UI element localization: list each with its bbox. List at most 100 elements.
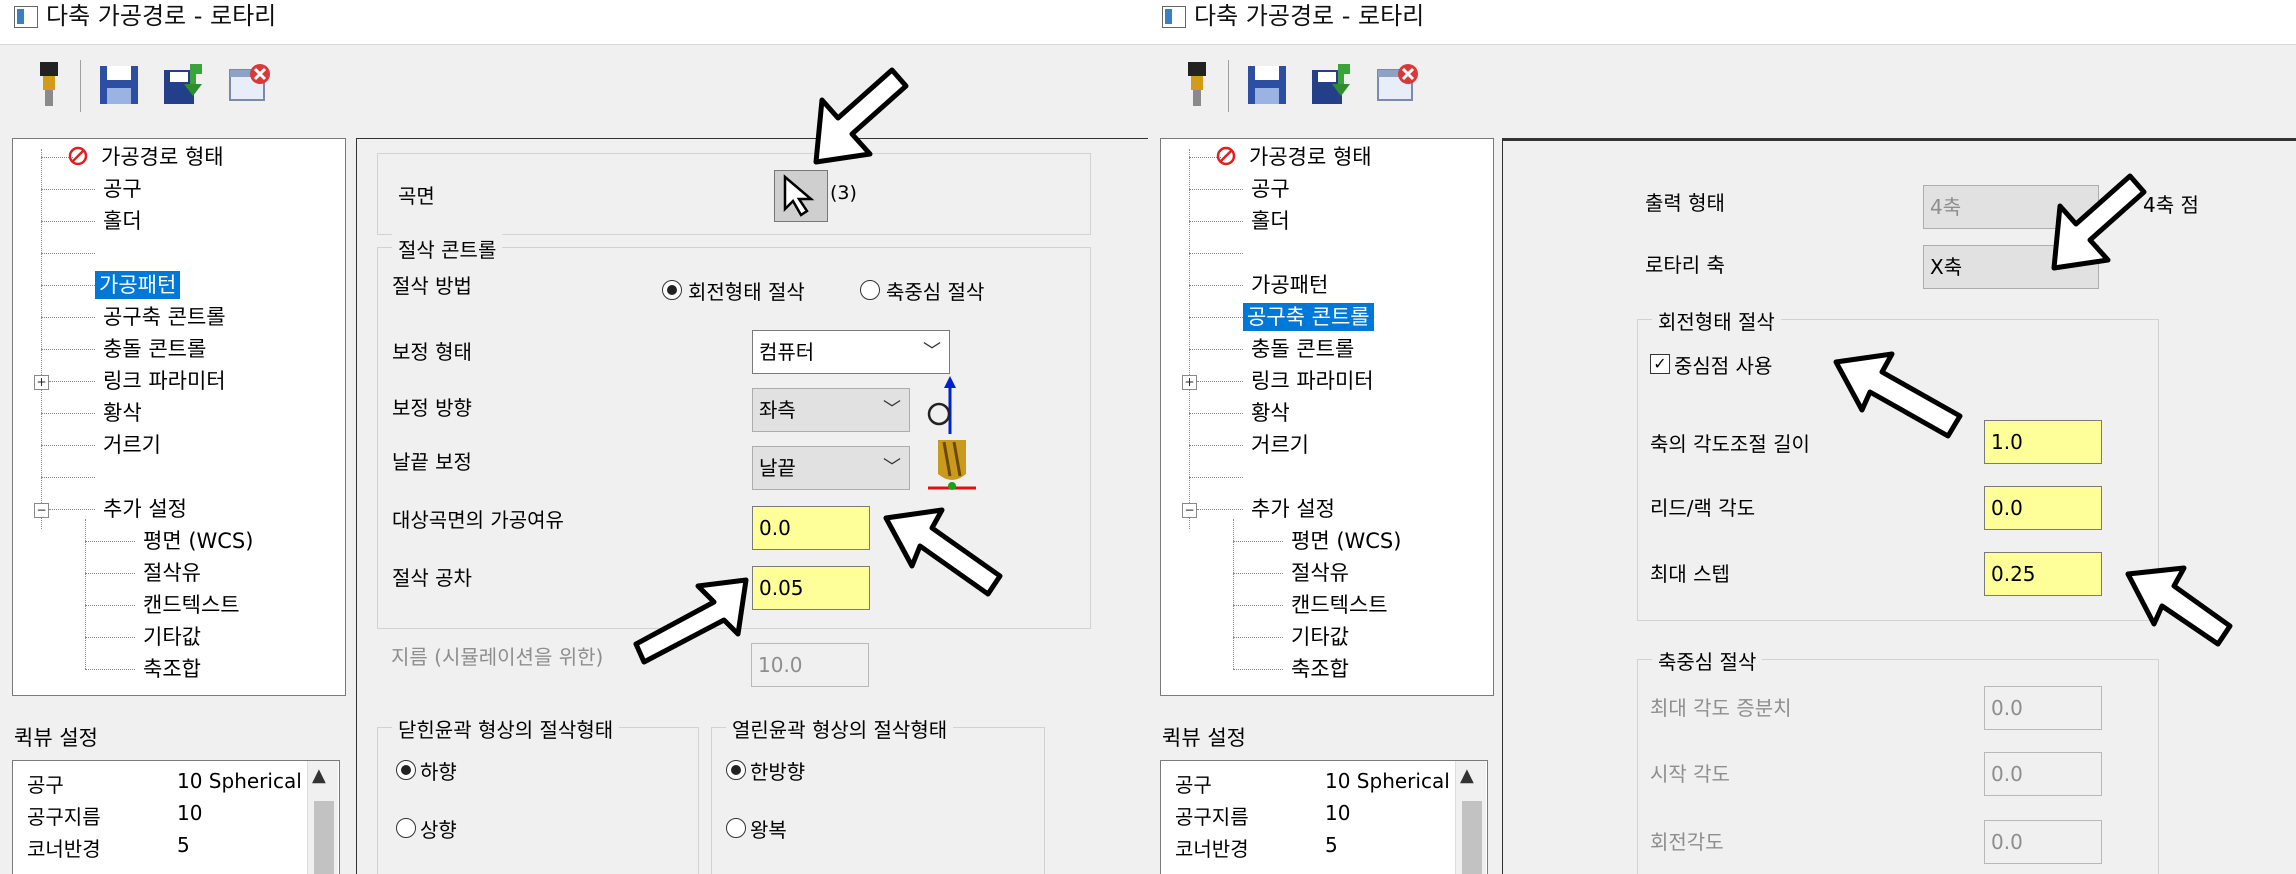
conventional-label[interactable]: 상향	[420, 814, 457, 843]
rotary-cut-label[interactable]: 회전형태 절삭	[688, 276, 805, 305]
scroll-up-icon[interactable]: ▲	[312, 765, 326, 786]
start-angle-input[interactable]: 0.0	[1984, 752, 2102, 796]
tree-item-extra[interactable]: 추가 설정	[99, 495, 191, 523]
quick-scrollbar[interactable]: ▲	[307, 761, 338, 874]
tip-comp-select[interactable]: 날끝 ﹀	[752, 446, 910, 490]
axis-angle-input[interactable]: 1.0	[1984, 420, 2102, 464]
center-point-checkbox[interactable]: ✓	[1650, 354, 1670, 374]
center-point-label[interactable]: 중심점 사용	[1674, 350, 1772, 379]
tree-item-axis-control[interactable]: 공구축 콘트롤	[99, 303, 230, 331]
tree-item-tool[interactable]: 공구	[1247, 175, 1294, 203]
climb-label[interactable]: 하향	[420, 756, 457, 785]
tree-item-filter[interactable]: 거르기	[1247, 431, 1313, 459]
tree-item-pattern[interactable]: 가공패턴	[95, 271, 181, 299]
window-title: 다축 가공경로 - 로타리	[46, 2, 277, 30]
tree-item-axis-combo[interactable]: 축조합	[1287, 655, 1353, 683]
tree-item-misc[interactable]: 기타값	[1287, 623, 1353, 651]
quick-view-title: 퀵뷰 설정	[1162, 726, 1246, 750]
arrow-annotation-icon	[1833, 351, 1963, 439]
axial-cut-radio[interactable]	[860, 280, 880, 300]
save-icon[interactable]	[1244, 60, 1290, 110]
tree-item-misc[interactable]: 기타값	[139, 623, 205, 651]
tree-item-pattern[interactable]: 가공패턴	[1247, 271, 1332, 299]
tree-item-coolant[interactable]: 절삭유	[139, 559, 205, 587]
conventional-radio[interactable]	[396, 818, 416, 838]
expand-icon[interactable]: +	[1182, 375, 1197, 390]
tree-item-path-type[interactable]: 가공경로 형태	[97, 143, 228, 171]
zigzag-radio[interactable]	[726, 818, 746, 838]
rotary-axis-label: 로타리 축	[1645, 253, 1725, 277]
comp-dir-select[interactable]: 좌측 ﹀	[752, 388, 910, 432]
scroll-thumb[interactable]	[1462, 801, 1482, 874]
delete-icon[interactable]	[226, 60, 272, 110]
comp-type-select[interactable]: 컴퓨터 ﹀	[752, 330, 950, 374]
rotation-angle-label: 회전각도	[1650, 830, 1724, 854]
collapse-icon[interactable]: −	[1182, 503, 1197, 518]
tree-item-holder[interactable]: 홀더	[99, 207, 146, 235]
tree-item-collision[interactable]: 충돌 콘트롤	[1247, 335, 1358, 363]
one-way-label[interactable]: 한방향	[750, 756, 805, 785]
surface-count: (3)	[830, 182, 857, 204]
surface-label: 곡면	[398, 184, 435, 208]
tree-item-extra[interactable]: 추가 설정	[1247, 495, 1339, 523]
tree-item-path-type[interactable]: 가공경로 형태	[1245, 143, 1376, 171]
quick-value: 5	[177, 833, 190, 857]
tree-item-canned-text[interactable]: 캔드텍스트	[1287, 591, 1392, 619]
tree-item-link[interactable]: 링크 파라미터	[99, 367, 230, 395]
diameter-input[interactable]: 10.0	[751, 643, 869, 687]
tool-icon[interactable]	[1174, 60, 1220, 110]
max-step-input[interactable]: 0.25	[1984, 552, 2102, 596]
quick-value: 10 Spherical ,	[177, 769, 315, 793]
quick-view: 공구 10 Spherical , 공구지름 10 코너반경 5 ▲	[1160, 760, 1488, 874]
tree-item-axis-control[interactable]: 공구축 콘트롤	[1243, 303, 1374, 331]
quick-label: 공구지름	[27, 805, 101, 829]
tree-item-canned-text[interactable]: 캔드텍스트	[139, 591, 244, 619]
one-way-radio[interactable]	[726, 760, 746, 780]
quick-label: 공구지름	[1175, 805, 1249, 829]
output-label: 출력 형태	[1645, 191, 1725, 215]
tree-item-rough[interactable]: 황삭	[99, 399, 146, 427]
comp-dir-value: 좌측	[759, 398, 796, 422]
comp-dir-label: 보정 방향	[392, 396, 472, 420]
quick-scrollbar[interactable]: ▲	[1455, 761, 1486, 874]
tolerance-label: 절삭 공차	[392, 566, 472, 590]
max-increment-input[interactable]: 0.0	[1984, 686, 2102, 730]
toolbar-separator	[80, 60, 81, 112]
tool-icon[interactable]	[26, 60, 72, 110]
rotary-cut-radio[interactable]	[662, 280, 682, 300]
scroll-up-icon[interactable]: ▲	[1460, 765, 1474, 786]
max-increment-label: 최대 각도 증분치	[1650, 696, 1792, 720]
tree-item-collision[interactable]: 충돌 콘트롤	[99, 335, 210, 363]
tree-item-wcs[interactable]: 평면 (WCS)	[139, 527, 257, 555]
tree-item-tool[interactable]: 공구	[99, 175, 146, 203]
quick-value: 5	[1325, 833, 1338, 857]
tree-item-rough[interactable]: 황삭	[1247, 399, 1294, 427]
stock-input[interactable]: 0.0	[752, 506, 870, 550]
collapse-icon[interactable]: −	[34, 503, 49, 518]
axial-cut-label[interactable]: 축중심 절삭	[886, 276, 984, 305]
climb-radio[interactable]	[396, 760, 416, 780]
tree-item-link[interactable]: 링크 파라미터	[1247, 367, 1378, 395]
title-bar: 다축 가공경로 - 로타리	[0, 0, 1148, 45]
save-icon[interactable]	[96, 60, 142, 110]
delete-icon[interactable]	[1374, 60, 1420, 110]
lead-angle-input[interactable]: 0.0	[1984, 486, 2102, 530]
tree-item-coolant[interactable]: 절삭유	[1287, 559, 1353, 587]
save-apply-icon[interactable]	[1308, 60, 1354, 110]
expand-icon[interactable]: +	[34, 375, 49, 390]
tolerance-input[interactable]: 0.05	[752, 566, 870, 610]
tree-item-holder[interactable]: 홀더	[1247, 207, 1294, 235]
axial-cut-group: 축중심 절삭 최대 각도 증분치 0.0 시작 각도 0.0 회전각도 0.0	[1637, 646, 2159, 874]
select-surface-button[interactable]	[774, 170, 828, 222]
tree-item-axis-combo[interactable]: 축조합	[139, 655, 205, 683]
tree-item-wcs[interactable]: 평면 (WCS)	[1287, 527, 1405, 555]
rotation-angle-input[interactable]: 0.0	[1984, 820, 2102, 864]
tree-item-filter[interactable]: 거르기	[99, 431, 165, 459]
save-apply-icon[interactable]	[160, 60, 206, 110]
zigzag-label[interactable]: 왕복	[750, 814, 787, 843]
arrow-annotation-icon	[2051, 173, 2147, 271]
quick-label: 코너반경	[1175, 837, 1249, 861]
arrow-annotation-icon	[2125, 565, 2233, 647]
axis-control-page: 출력 형태 4축 4축 점 로타리 축 X축 ﹀ 회전형태 절삭 ✓ 중심점 사…	[1502, 138, 2296, 874]
scroll-thumb[interactable]	[314, 801, 334, 874]
